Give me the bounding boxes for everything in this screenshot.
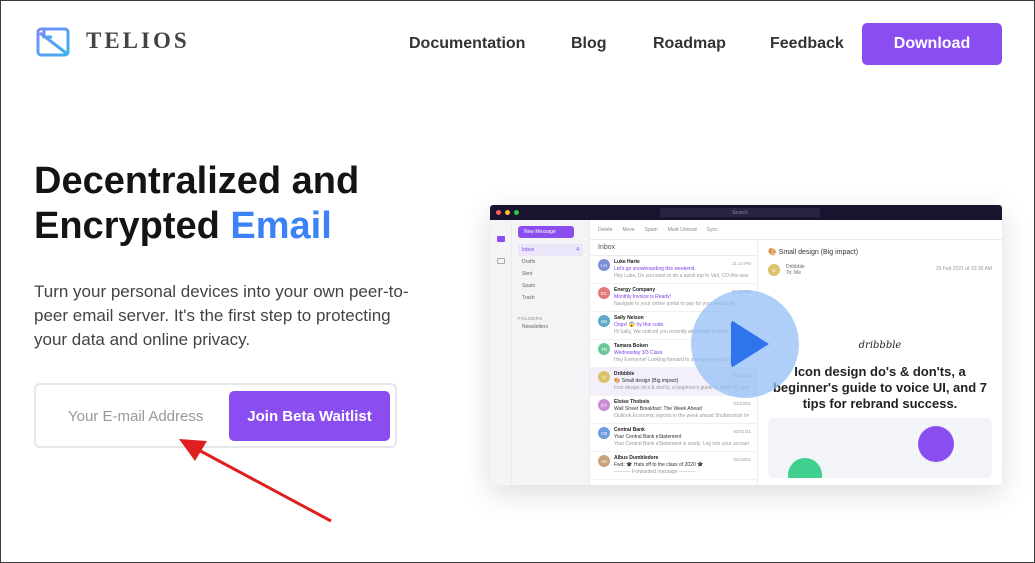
mail-summary: Central Bank Your Central Bank eStatement… <box>614 427 749 447</box>
video-play-button[interactable] <box>691 290 799 398</box>
mail-summary: Eloise Thobois Wall Street Breakfast: The… <box>614 399 749 419</box>
mail-date: 02/18/21 <box>733 457 751 462</box>
preview-titlebar: Search <box>490 205 1002 220</box>
avatar: CB <box>598 427 610 439</box>
folder-drafts: Drafts <box>522 259 536 265</box>
hero-subtitle: Turn your personal devices into your own… <box>34 282 409 349</box>
hero-title-line2: Encrypted <box>34 205 231 247</box>
reader-date: 25 Feb 2021 at 10:30 AM <box>935 266 992 272</box>
avatar: TB <box>598 343 610 355</box>
folder-trash: Trash <box>522 295 535 301</box>
avatar: D <box>598 371 610 383</box>
mail-list-item: CB Central Bank Your Central Bank eStateme… <box>590 424 757 452</box>
avatar: LH <box>598 259 610 271</box>
nav-blog[interactable]: Blog <box>571 35 607 53</box>
folder-sent: Sent <box>522 271 533 277</box>
preview-rail <box>490 220 512 485</box>
nav-documentation[interactable]: Documentation <box>409 35 525 53</box>
new-message-button: New Message <box>518 226 574 238</box>
hero-title-line1: Decentralized and <box>34 160 360 202</box>
nav-feedback[interactable]: Feedback <box>770 35 844 53</box>
avatar: EC <box>598 287 610 299</box>
preview-folders: New Message Inbox 4 Drafts Sent Spam Tras… <box>512 220 590 485</box>
play-icon <box>731 320 769 368</box>
mail-date: 02/21/21 <box>733 429 751 434</box>
contacts-icon <box>496 258 505 264</box>
reader-headline: Icon design do's & don'ts, a beginner's … <box>772 364 988 411</box>
telios-logo-icon <box>36 27 70 57</box>
mail-date: 02/23/21 <box>733 401 751 406</box>
folder-inbox: Inbox 4 <box>518 244 583 256</box>
download-button[interactable]: Download <box>862 23 1002 65</box>
nav-roadmap[interactable]: Roadmap <box>653 35 726 53</box>
avatar: D <box>768 264 780 276</box>
telios-logo[interactable]: TELIOS <box>36 25 190 57</box>
bubble-icon <box>788 458 822 478</box>
avatar: ET <box>598 399 610 411</box>
trash-icon <box>918 426 954 462</box>
close-dot-icon <box>496 210 501 215</box>
mail-date: 11:14 PM <box>732 261 751 266</box>
annotation-arrow-icon <box>179 439 332 523</box>
mail-list-item: ET Eloise Thobois Wall Street Breakfast: T… <box>590 396 757 424</box>
avatar: AD <box>598 455 610 467</box>
inbox-heading: Inbox <box>590 244 757 256</box>
hero-title: Decentralized and Encrypted Email <box>34 159 434 249</box>
folder-spam: Spam <box>522 283 536 289</box>
avatar: SN <box>598 315 610 327</box>
mail-summary: Luke Harte Let's go snowboarding this wee… <box>614 259 749 279</box>
mail-list-item: LH Luke Harte Let's go snowboarding this w… <box>590 256 757 284</box>
folder-newsletters: Newsletters <box>522 324 549 330</box>
mail-summary: Albus Dumbledore Fwd: 🎓 Hats off to the c… <box>614 455 704 475</box>
minimize-dot-icon <box>505 210 510 215</box>
hero-title-accent: Email <box>230 205 332 247</box>
maximize-dot-icon <box>514 210 519 215</box>
preview-toolbar: Delete Move Spam Mark Unread Sync <box>590 220 1002 240</box>
preview-search: Search <box>660 208 820 217</box>
mail-icon <box>496 236 505 242</box>
brand-name: TELIOS <box>86 28 190 53</box>
reader-illustration <box>768 418 992 478</box>
reader-subject: 🎨 Small design (Big impact) <box>768 249 859 256</box>
mail-list-item: AD Albus Dumbledore Fwd: 🎓 Hats off to the… <box>590 452 757 480</box>
